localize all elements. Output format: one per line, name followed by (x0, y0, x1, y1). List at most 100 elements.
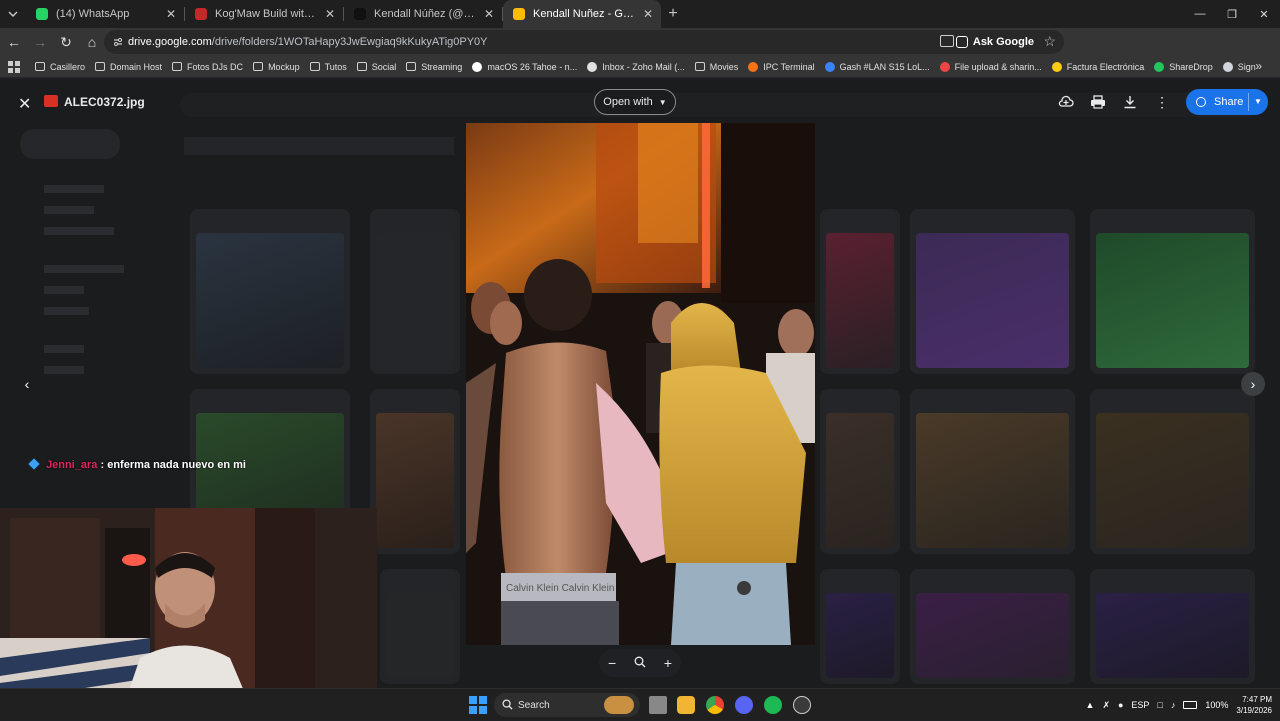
apps-grid-icon[interactable] (8, 60, 20, 73)
forward-icon[interactable]: → (28, 30, 52, 54)
bookmark-item[interactable]: Streaming (401, 56, 467, 78)
mic-icon[interactable]: ● (1118, 700, 1123, 710)
reload-icon[interactable]: ↻ (54, 30, 78, 54)
new-tab-button[interactable]: + (661, 5, 685, 23)
spotify-icon[interactable] (764, 696, 782, 714)
display-icon[interactable]: □ (1157, 700, 1162, 710)
bookmark-item[interactable]: Inbox - Zoho Mail (... (582, 56, 690, 78)
volume-icon[interactable]: ♪ (1171, 700, 1176, 710)
tab-close-icon[interactable]: ✕ (323, 7, 337, 21)
bookmark-item[interactable]: Domain Host (90, 56, 167, 78)
tab-favicon-icon (513, 8, 525, 20)
bookmark-item[interactable]: Social (352, 56, 402, 78)
bookmark-item[interactable]: Tutos (305, 56, 352, 78)
add-to-drive-icon[interactable] (1057, 93, 1075, 111)
file-explorer-icon[interactable] (677, 696, 695, 714)
background-tile (820, 389, 900, 554)
bookmark-item[interactable]: Casillero (30, 56, 90, 78)
bookmark-item[interactable]: File upload & sharin... (935, 56, 1047, 78)
browser-tab[interactable]: Kendall Núñez (@djkendallnez) ✕ (344, 0, 502, 28)
background-tile (820, 569, 900, 684)
browser-tab[interactable]: Kog'Maw Build with Highest W ✕ (185, 0, 343, 28)
folder-icon (356, 62, 367, 71)
bookmark-label: Streaming (421, 61, 463, 72)
bookmark-label: Sign (1237, 61, 1256, 72)
bookmark-label: Movies (709, 61, 739, 72)
language-indicator[interactable]: ESP (1131, 700, 1149, 710)
address-bar[interactable]: drive.google.com/drive/folders/1WOTaHapy… (104, 30, 1064, 54)
bookmark-item[interactable]: Movies (690, 56, 744, 78)
install-app-icon[interactable] (940, 35, 954, 47)
site-favicon-icon (824, 61, 835, 72)
bookmark-item[interactable]: Gash #LAN S15 LoL... (820, 56, 935, 78)
tab-favicon-icon (36, 8, 48, 20)
background-tile (370, 209, 460, 374)
more-actions-icon[interactable]: ⋮ (1153, 93, 1171, 111)
discord-icon[interactable] (735, 696, 753, 714)
tab-favicon-icon (195, 8, 207, 20)
webcam-illustration (0, 508, 377, 688)
close-viewer-icon[interactable]: ✕ (18, 94, 31, 114)
restore-icon[interactable]: ❐ (1216, 0, 1248, 28)
next-file-button[interactable]: › (1241, 372, 1265, 396)
tab-close-icon[interactable]: ✕ (482, 7, 496, 21)
bookmark-item[interactable]: Fotos DJs DC (167, 56, 248, 78)
open-with-button[interactable]: Open with ▼ (594, 89, 676, 115)
bookmark-item[interactable]: IPC Terminal (743, 56, 819, 78)
bookmark-star-icon[interactable]: ☆ (1043, 33, 1056, 50)
previous-file-button[interactable]: ‹ (15, 372, 39, 396)
tab-search-icon[interactable] (0, 0, 26, 28)
task-view-icon[interactable] (649, 696, 667, 714)
taskbar-search[interactable]: Search (494, 693, 640, 717)
site-info-icon[interactable] (112, 36, 124, 48)
bookmark-label: Domain Host (110, 61, 163, 72)
obs-icon[interactable] (793, 696, 811, 714)
tab-label: (14) WhatsApp (56, 8, 130, 20)
bookmark-item[interactable]: Mockup (248, 56, 305, 78)
tab-label: Kog'Maw Build with Highest W (215, 8, 319, 20)
start-icon[interactable] (469, 696, 487, 714)
zoom-icon (634, 655, 646, 671)
tray-overflow-icon[interactable]: ▲ (1086, 700, 1095, 710)
folder-icon (253, 62, 264, 71)
tab-label: Kendall Núñez (@djkendallnez) (374, 8, 478, 20)
zoom-out-button[interactable]: − (608, 655, 616, 671)
url-text: drive.google.com/drive/folders/1WOTaHapy… (128, 36, 488, 48)
share-dropdown-icon[interactable]: ▼ (1254, 97, 1262, 106)
network-off-icon[interactable]: ✗ (1102, 700, 1110, 711)
tab-close-icon[interactable]: ✕ (641, 7, 655, 21)
bookmark-label: Social (371, 61, 397, 72)
back-icon[interactable]: ← (2, 30, 26, 54)
close-window-icon[interactable]: ✕ (1248, 0, 1280, 28)
background-tile (380, 569, 460, 684)
bookmarks-overflow[interactable]: » (1255, 59, 1262, 73)
zoom-in-button[interactable]: + (664, 655, 672, 671)
chrome-icon[interactable] (706, 696, 724, 714)
home-icon[interactable]: ⌂ (80, 30, 104, 54)
tab-close-icon[interactable]: ✕ (164, 7, 178, 21)
browser-tab[interactable]: (14) WhatsApp ✕ (26, 0, 184, 28)
browser-toolbar: ← → ↻ ⌂ drive.google.com/drive/folders/1… (0, 28, 1280, 76)
minimize-icon[interactable]: — (1184, 0, 1216, 28)
clock[interactable]: 7:47 PM 3/19/2026 (1236, 694, 1272, 716)
background-tile (910, 209, 1075, 374)
bookmark-label: macOS 26 Tahoe - n... (487, 61, 578, 72)
battery-icon[interactable] (1183, 701, 1198, 709)
bookmark-item[interactable]: Factura Electrónica (1047, 56, 1150, 78)
tab-favicon-icon (354, 8, 366, 20)
background-sidebar (20, 179, 140, 479)
site-favicon-icon (472, 61, 483, 72)
drive-file-viewer: ✕ ALEC0372.jpg Open with ▼ ⋮ Share ▼ ‹ › (0, 79, 1280, 688)
clock-time: 7:47 PM (1242, 695, 1272, 704)
bookmark-item[interactable]: ShareDrop (1149, 56, 1218, 78)
print-icon[interactable] (1089, 93, 1107, 111)
browser-tab[interactable]: Kendall Nuñez - Google Drive ✕ (503, 0, 661, 28)
ask-google-button[interactable]: Ask Google (955, 33, 1034, 51)
bookmark-label: ShareDrop (1169, 61, 1213, 72)
download-icon[interactable] (1121, 93, 1139, 111)
file-name: ALEC0372.jpg (64, 95, 145, 109)
background-breadcrumb (184, 137, 454, 155)
share-button[interactable]: Share ▼ (1186, 89, 1268, 115)
bookmark-item[interactable]: macOS 26 Tahoe - n... (467, 56, 582, 78)
stream-chat-message: Jenni_ara : enferma nada nuevo en mi (28, 458, 246, 471)
